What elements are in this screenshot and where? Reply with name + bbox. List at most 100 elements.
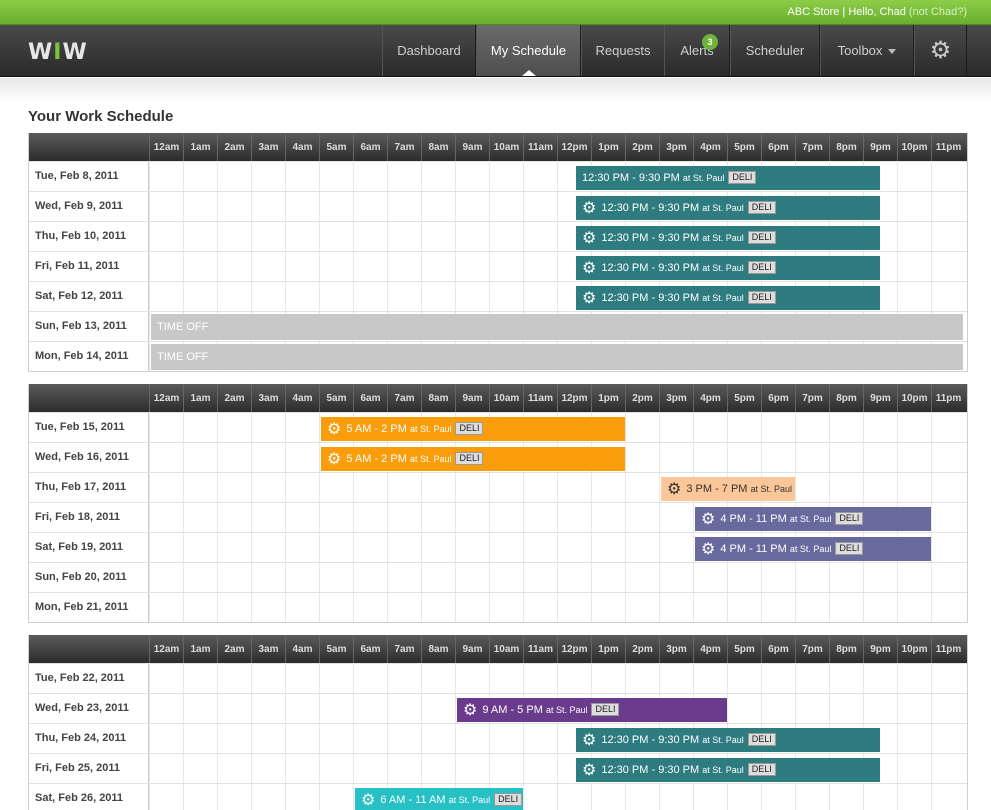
grid-cell (897, 192, 931, 221)
nav-alerts[interactable]: Alerts 3 (664, 25, 730, 76)
day-label: Sun, Feb 13, 2011 (29, 312, 149, 341)
grid-cell (319, 252, 353, 281)
grid-cell (931, 754, 965, 783)
shift-block[interactable]: ⚙ 12:30 PM - 9:30 PM at St. Paul DELI (576, 196, 880, 220)
grid-cell (217, 754, 251, 783)
grid-cell (217, 162, 251, 191)
department-tag: DELI (591, 703, 620, 716)
grid-cell (149, 443, 183, 472)
grid-cell (693, 593, 727, 622)
nav-requests[interactable]: Requests (581, 25, 665, 76)
hour-label: 3pm (659, 635, 693, 663)
grid-cell (149, 162, 183, 191)
nav-dashboard[interactable]: Dashboard (382, 25, 476, 76)
gear-icon[interactable]: ⚙ (327, 451, 341, 468)
grid-cell (421, 473, 455, 502)
hour-label: 3am (251, 384, 285, 412)
nav-my-schedule[interactable]: My Schedule (476, 25, 581, 76)
time-off-block[interactable]: TIME OFF (151, 344, 963, 370)
grid-cell (863, 443, 897, 472)
grid-cell (149, 784, 183, 810)
grid-cell (455, 754, 489, 783)
grid-cell (217, 282, 251, 311)
gear-icon[interactable]: ⚙ (701, 511, 715, 528)
gear-icon[interactable]: ⚙ (667, 481, 681, 498)
hour-label: 1pm (591, 384, 625, 412)
shift-block[interactable]: ⚙ 12:30 PM - 9:30 PM at St. Paul DELI (576, 728, 880, 752)
grid-cell (489, 282, 523, 311)
grid-cell (795, 784, 829, 810)
time-off-block[interactable]: TIME OFF (151, 314, 963, 340)
hour-label: 10am (489, 384, 523, 412)
hour-label: 4pm (693, 384, 727, 412)
hour-label: 7pm (795, 635, 829, 663)
nav-toolbox[interactable]: Toolbox (820, 25, 914, 76)
day-label: Mon, Feb 14, 2011 (29, 342, 149, 371)
grid-cell (795, 413, 829, 442)
grid-cell (625, 533, 659, 562)
logo[interactable]: WIW (28, 40, 88, 65)
gear-icon[interactable]: ⚙ (582, 230, 596, 247)
gear-icon[interactable]: ⚙ (701, 541, 715, 558)
grid-cell (319, 192, 353, 221)
shift-location: at St. Paul (702, 735, 744, 745)
grid-cell (319, 593, 353, 622)
grid-cell (727, 593, 761, 622)
grid-cell (455, 563, 489, 592)
gear-icon[interactable]: ⚙ (327, 421, 341, 438)
grid-cell (149, 563, 183, 592)
gear-icon[interactable]: ⚙ (582, 260, 596, 277)
shift-time: 3 PM - 7 PM (686, 483, 748, 495)
schedule-week-3: 12am 1am 2am 3am 4am 5am 6am 7am 8am 9am 10am 11am 1… (28, 635, 968, 810)
settings-button[interactable]: ⚙ (914, 25, 967, 76)
gear-icon[interactable]: ⚙ (582, 200, 596, 217)
grid-cell (591, 503, 625, 532)
gear-icon[interactable]: ⚙ (582, 762, 596, 779)
schedule-week-2: 12am 1am 2am 3am 4am 5am 6am 7am 8am 9am 10am 11am 1… (28, 384, 968, 623)
grid-cell (931, 413, 965, 442)
grid-cell (387, 593, 421, 622)
shift-block[interactable]: ⚙ 12:30 PM - 9:30 PM at St. Paul DELI (576, 256, 880, 280)
grid-cell (455, 503, 489, 532)
department-tag: DELI (747, 291, 776, 304)
shift-block[interactable]: ⚙ 9 AM - 5 PM at St. Paul DELI (457, 698, 727, 722)
schedule-day-row: Tue, Feb 8, 2011 12:30 PM - 9:30 PM at St… (29, 161, 967, 191)
schedule-day-row: Wed, Feb 23, 2011 ⚙ 9 AM - 5 PM at St. Pau… (29, 693, 967, 723)
shift-block[interactable]: ⚙ 4 PM - 11 PM at St. Paul DELI (695, 537, 931, 561)
shift-block[interactable]: ⚙ 12:30 PM - 9:30 PM at St. Paul DELI (576, 758, 880, 782)
gear-icon[interactable]: ⚙ (582, 290, 596, 307)
gear-icon[interactable]: ⚙ (361, 792, 375, 809)
day-label: Tue, Feb 15, 2011 (29, 413, 149, 442)
hour-label: 5pm (727, 133, 761, 161)
schedule-day-row: Wed, Feb 16, 2011 ⚙ 5 AM - 2 PM at St. Pau… (29, 442, 967, 472)
hour-label: 5pm (727, 635, 761, 663)
not-user-link[interactable]: (not Chad?) (909, 6, 967, 18)
gear-icon[interactable]: ⚙ (463, 702, 477, 719)
grid-cell (795, 563, 829, 592)
shift-time: 12:30 PM - 9:30 PM (601, 764, 700, 776)
nav-scheduler[interactable]: Scheduler (730, 25, 820, 76)
shift-block[interactable]: ⚙ 12:30 PM - 9:30 PM at St. Paul DELI (576, 286, 880, 310)
grid-cell (931, 533, 965, 562)
grid-cell (285, 282, 319, 311)
shift-block[interactable]: ⚙ 5 AM - 2 PM at St. Paul DELI (321, 447, 625, 471)
shift-block[interactable]: ⚙ 4 PM - 11 PM at St. Paul DELI (695, 507, 931, 531)
grid-cell (251, 784, 285, 810)
shift-block[interactable]: 12:30 PM - 9:30 PM at St. Paul DELI (576, 166, 880, 190)
grid-cell (183, 443, 217, 472)
grid-cell (183, 282, 217, 311)
grid-cell (285, 593, 319, 622)
grid-cell (931, 282, 965, 311)
shift-block[interactable]: ⚙ 5 AM - 2 PM at St. Paul DELI (321, 417, 625, 441)
day-label: Wed, Feb 9, 2011 (29, 192, 149, 221)
grid-cell (319, 503, 353, 532)
shift-block[interactable]: ⚙ 12:30 PM - 9:30 PM at St. Paul DELI (576, 226, 880, 250)
shift-block[interactable]: ⚙ 3 PM - 7 PM at St. Paul (661, 477, 795, 501)
day-label: Fri, Feb 25, 2011 (29, 754, 149, 783)
shift-block[interactable]: ⚙ 6 AM - 11 AM at St. Paul DELI (355, 788, 523, 810)
day-label: Fri, Feb 11, 2011 (29, 252, 149, 281)
gear-icon[interactable]: ⚙ (582, 732, 596, 749)
grid-cell (421, 724, 455, 753)
shift-location: at St. Paul (789, 544, 832, 554)
grid-cell (557, 533, 591, 562)
